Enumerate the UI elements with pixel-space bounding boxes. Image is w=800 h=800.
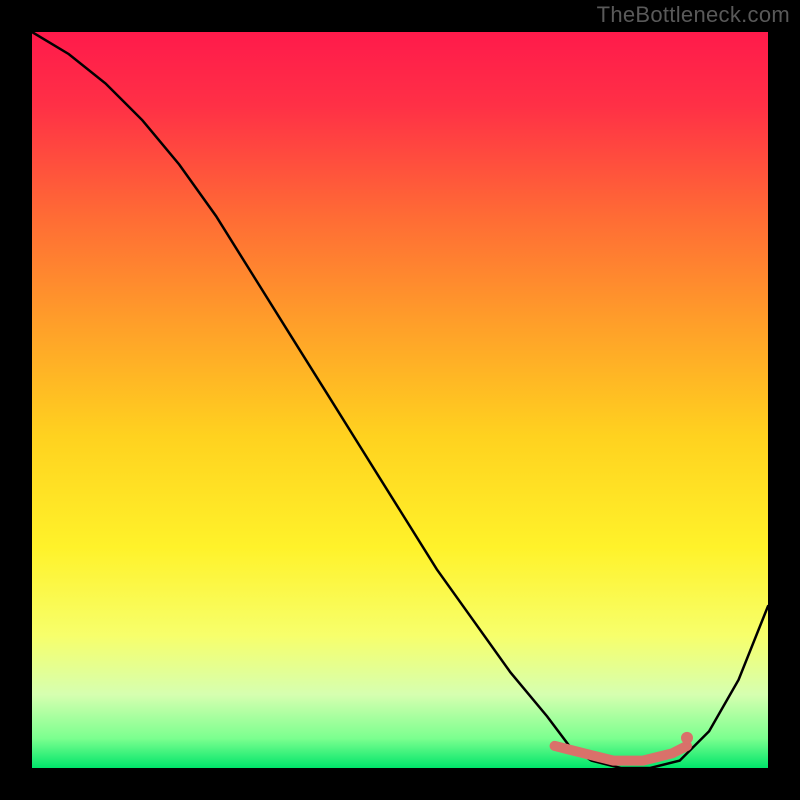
gradient-background <box>32 32 768 768</box>
chart-frame: TheBottleneck.com <box>0 0 800 800</box>
chart-svg <box>0 0 800 800</box>
optimal-band-end-dot <box>681 732 693 744</box>
watermark-text: TheBottleneck.com <box>597 2 790 28</box>
